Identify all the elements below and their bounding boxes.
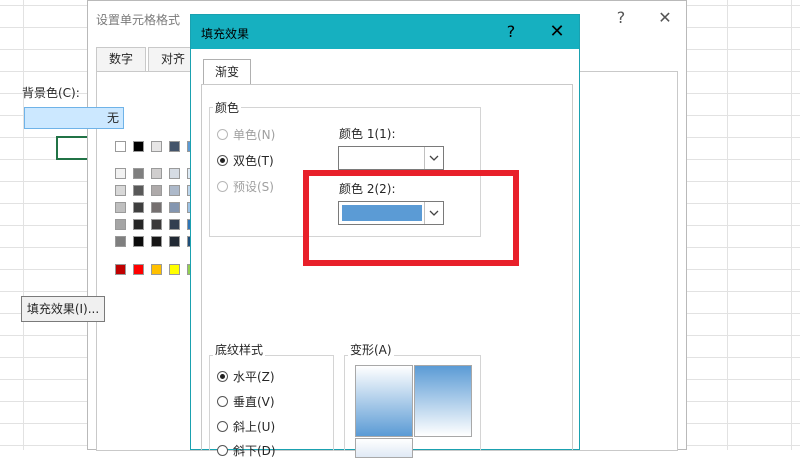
color-swatch[interactable] [115, 202, 126, 213]
help-button[interactable]: ? [491, 19, 531, 45]
color-swatch[interactable] [151, 141, 162, 152]
radio-two-colors[interactable]: 双色(T) [217, 152, 274, 169]
color-swatch[interactable] [133, 264, 144, 275]
color-swatch[interactable] [151, 168, 162, 179]
tab-bar: 数字 对齐 [96, 47, 200, 71]
color-swatch[interactable] [115, 185, 126, 196]
color-swatch[interactable] [169, 202, 180, 213]
chevron-down-icon [424, 147, 443, 169]
radio-icon [217, 181, 228, 192]
color-swatch[interactable] [133, 219, 144, 230]
color-swatch[interactable] [115, 219, 126, 230]
dialog-title: 设置单元格格式 [96, 13, 181, 27]
radio-one-color[interactable]: 单色(N) [217, 126, 275, 143]
color-swatch[interactable] [169, 168, 180, 179]
gradient-variant-1[interactable] [355, 365, 413, 437]
highlight-box [303, 170, 519, 266]
radio-icon [217, 129, 228, 140]
background-color-label: 背景色(C): [22, 86, 80, 100]
colors-group-label: 颜色 [213, 99, 242, 116]
color-swatch[interactable] [169, 236, 180, 247]
color-swatch[interactable] [133, 168, 144, 179]
color-swatch[interactable] [151, 202, 162, 213]
radio-label: 预设(S) [233, 180, 274, 194]
help-button[interactable]: ? [606, 5, 636, 31]
color-swatch[interactable] [115, 141, 126, 152]
gradient-variant-3[interactable] [355, 438, 413, 458]
gradient-variant-2[interactable] [414, 365, 472, 437]
color-swatch[interactable] [151, 236, 162, 247]
color-swatch[interactable] [133, 202, 144, 213]
color-swatch[interactable] [169, 219, 180, 230]
color-swatch[interactable] [169, 141, 180, 152]
radio-icon [217, 421, 228, 432]
color-swatch[interactable] [115, 264, 126, 275]
color-swatch[interactable] [133, 236, 144, 247]
radio-icon [217, 371, 228, 382]
color-swatch[interactable] [151, 185, 162, 196]
no-color-button[interactable]: 无 [24, 107, 124, 129]
color-swatch[interactable] [115, 168, 126, 179]
close-button[interactable]: ✕ [537, 19, 577, 45]
tab-gradient[interactable]: 渐变 [203, 59, 251, 85]
shading-style-label: 底纹样式 [213, 341, 266, 358]
radio-diagonal-up[interactable]: 斜上(U) [217, 418, 275, 435]
variants-label: 变形(A) [348, 341, 394, 358]
radio-label: 垂直(V) [233, 395, 275, 409]
tab-number[interactable]: 数字 [96, 47, 147, 71]
radio-label: 单色(N) [233, 128, 276, 142]
color-swatch[interactable] [115, 236, 126, 247]
radio-label: 斜上(U) [233, 420, 276, 434]
fill-effects-button[interactable]: 填充效果(I)... [21, 296, 105, 322]
radio-horizontal[interactable]: 水平(Z) [217, 368, 275, 385]
radio-label: 水平(Z) [233, 370, 275, 384]
radio-icon [217, 396, 228, 407]
color-swatch[interactable] [151, 264, 162, 275]
color-swatch[interactable] [133, 185, 144, 196]
active-cell[interactable] [56, 136, 90, 160]
color-swatch[interactable] [151, 219, 162, 230]
color1-label: 颜色 1(1): [339, 127, 396, 141]
color-swatch[interactable] [169, 264, 180, 275]
color-swatch[interactable] [169, 185, 180, 196]
radio-label: 双色(T) [233, 154, 274, 168]
color-swatch[interactable] [133, 141, 144, 152]
radio-vertical[interactable]: 垂直(V) [217, 393, 275, 410]
radio-icon [217, 445, 228, 456]
radio-icon [217, 155, 228, 166]
close-button[interactable]: ✕ [650, 5, 680, 31]
radio-label: 斜下(D) [233, 444, 276, 458]
radio-diagonal-down[interactable]: 斜下(D) [217, 442, 276, 459]
color1-dropdown[interactable] [338, 146, 444, 170]
radio-preset[interactable]: 预设(S) [217, 178, 274, 195]
dialog-title: 填充效果 [201, 27, 250, 41]
